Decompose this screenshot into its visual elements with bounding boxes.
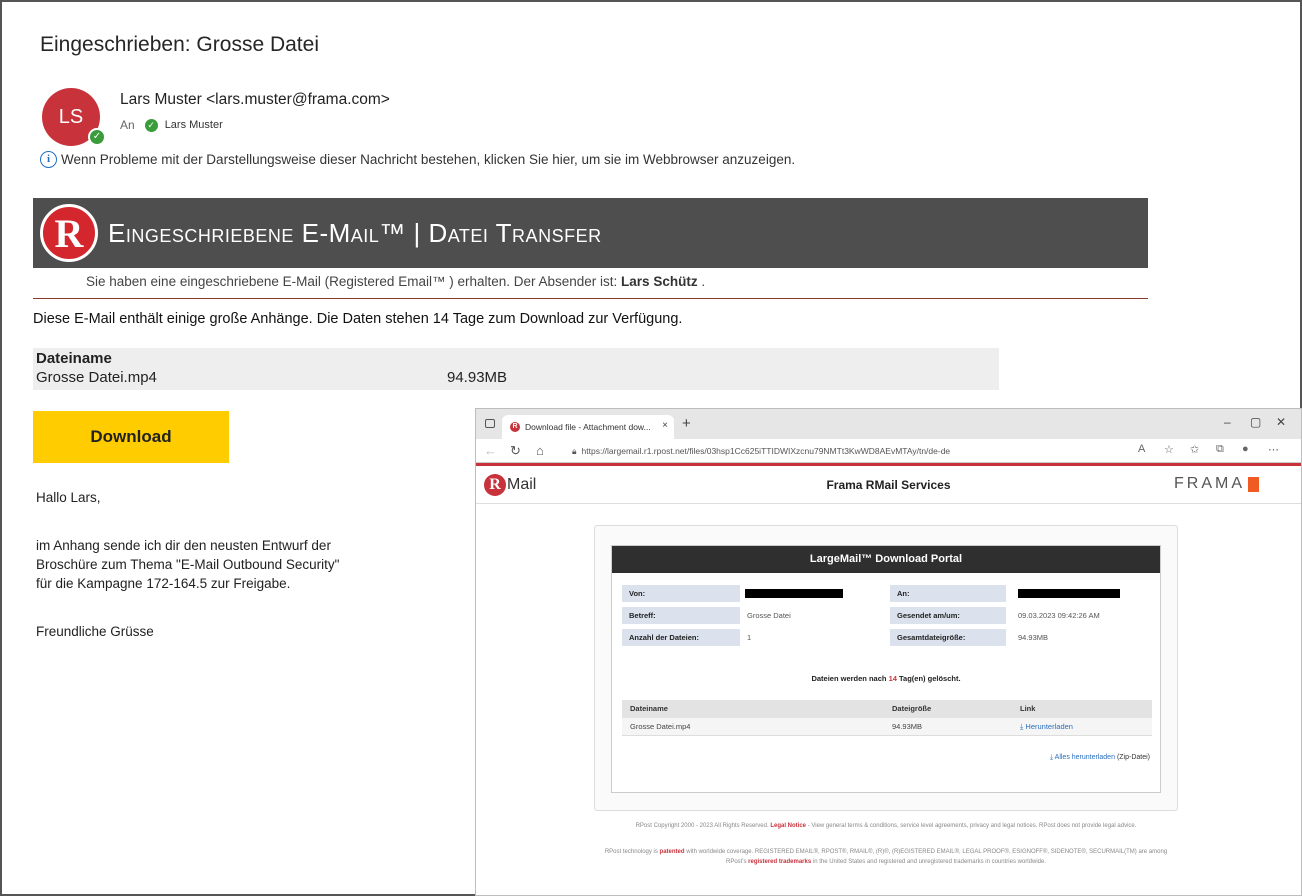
download-all-link[interactable]: ⤓ Alles herunterladen (Zip-Datei) [1050, 754, 1150, 762]
deletion-days: 14 [888, 674, 897, 683]
registered-email-notice: Sie haben eine eingeschriebene E-Mail (R… [86, 274, 705, 289]
closing: Freundliche Grüsse [36, 624, 154, 639]
recipient-row: An ✓ Lars Muster [120, 118, 223, 132]
infobar-text[interactable]: Wenn Probleme mit der Darstellungsweise … [61, 152, 795, 167]
row-filename: Grosse Datei.mp4 [630, 722, 691, 731]
legal-notice-link[interactable]: Legal Notice [770, 823, 806, 829]
row-filesize: 94.93MB [892, 722, 923, 731]
minimize-icon[interactable]: – [1224, 415, 1231, 429]
presence-available-icon: ✓ [88, 128, 106, 146]
close-tab-icon[interactable]: × [662, 420, 668, 431]
download-all-icon: ⤓ [1049, 754, 1054, 761]
to-label: An [120, 118, 135, 132]
site-header: R Mail Frama RMail Services FRAMA [476, 466, 1301, 504]
copyright-text: RPost Copyright 2000 - 2023 All Rights R… [635, 823, 769, 829]
browser-tab[interactable]: R Download file - Attachment dow... × [502, 415, 674, 439]
deletion-text-end: Tag(en) gelöscht. [899, 674, 961, 683]
frama-logo-mark-icon [1248, 476, 1259, 492]
notice-sender: Lars Schütz [621, 274, 698, 289]
trademarks-link[interactable]: registered trademarks [748, 859, 811, 865]
files-table: Dateiname Grosse Datei.mp4 94.93MB [33, 348, 999, 390]
col-link: Link [1020, 704, 1036, 713]
refresh-icon[interactable]: ↻ [510, 443, 521, 459]
from-label: Von: [622, 585, 740, 602]
collections-icon[interactable]: ⧉ [1216, 443, 1224, 456]
attachment-intro: Diese E-Mail enthält einige große Anhäng… [33, 311, 683, 327]
trademark-text: RPost technology is [604, 849, 658, 855]
file-table-header: Dateiname Dateigröße Link [622, 700, 1152, 718]
registered-email-banner: R Eingeschriebene E-Mail™ | Datei Transf… [33, 198, 1148, 268]
download-all-label[interactable]: Alles herunterladen [1055, 754, 1115, 761]
subject-value: Grosse Datei [747, 611, 791, 620]
read-aloud-icon[interactable]: A [1138, 443, 1145, 455]
col-filename: Dateiname [630, 704, 668, 713]
deletion-notice: Dateien werden nach 14 Tag(en) gelöscht. [612, 674, 1160, 683]
redacted-recipient [1018, 589, 1120, 598]
rpost-favicon-icon: R [510, 422, 520, 432]
favorites-bar-icon[interactable]: ✩ [1190, 443, 1199, 456]
body-line: für die Kampagne 172-164.5 zur Freigabe. [36, 576, 291, 591]
frama-logo[interactable]: FRAMA [1174, 475, 1259, 493]
zip-note: (Zip-Datei) [1116, 754, 1150, 761]
window-close-icon[interactable]: ✕ [1276, 415, 1286, 429]
download-arrow-icon: ⤓ [1020, 722, 1024, 731]
notice-text: Sie haben eine eingeschriebene E-Mail (R… [86, 274, 618, 289]
maximize-icon[interactable]: ▢ [1250, 415, 1261, 429]
favorite-icon[interactable]: ☆ [1164, 443, 1174, 456]
divider [33, 298, 1148, 299]
trademark-text-end: in the United States and registered and … [812, 859, 1046, 865]
lock-icon[interactable]: 🔒︎ [572, 446, 577, 457]
more-icon[interactable]: ⋯ [1268, 443, 1279, 456]
trademark-footer: RPost technology is patented with worldw… [594, 847, 1178, 867]
file-name: Grosse Datei.mp4 [36, 369, 157, 386]
download-portal: LargeMail™ Download Portal Von: An: Betr… [611, 545, 1161, 793]
presence-check-icon: ✓ [144, 118, 158, 132]
patented-link[interactable]: patented [660, 849, 685, 855]
sent-value: 09.03.2023 09:42:26 AM [1018, 611, 1100, 620]
download-button[interactable]: Download [33, 411, 229, 463]
banner-title: Eingeschriebene E-Mail™ | Datei Transfer [108, 217, 602, 248]
url-text[interactable]: https://largemail.r1.rpost.net/files/03h… [582, 446, 951, 456]
subject-label: Betreff: [622, 607, 740, 624]
profile-icon[interactable]: ● [1242, 443, 1249, 455]
download-link-label[interactable]: Herunterladen [1025, 722, 1073, 731]
email-window: Eingeschrieben: Grosse Datei LS ✓ Lars M… [0, 0, 1302, 896]
browser-window: R Download file - Attachment dow... × + … [475, 408, 1302, 896]
file-size: 94.93MB [447, 369, 508, 386]
tab-bar: R Download file - Attachment dow... × + … [476, 409, 1301, 439]
files-header: Dateiname [36, 350, 112, 367]
portal-title: LargeMail™ Download Portal [612, 546, 1160, 573]
download-link[interactable]: ⤓ Herunterladen [1020, 718, 1073, 736]
total-size-value: 94.93MB [1018, 633, 1049, 642]
email-subject: Eingeschrieben: Grosse Datei [40, 33, 319, 56]
tab-actions-icon[interactable] [485, 419, 495, 428]
file-count-value: 1 [747, 633, 752, 642]
body-line: im Anhang sende ich dir den neusten Entw… [36, 538, 331, 553]
total-size-label: Gesamtdateigröße: [890, 629, 1006, 646]
col-filesize: Dateigröße [892, 704, 932, 713]
back-icon[interactable]: ← [484, 443, 497, 458]
deletion-text: Dateien werden nach [811, 674, 887, 683]
greeting: Hallo Lars, [36, 490, 101, 505]
sender-address[interactable]: Lars Muster <lars.muster@frama.com> [120, 91, 390, 109]
file-count-label: Anzahl der Dateien: [622, 629, 740, 646]
home-icon[interactable]: ⌂ [536, 443, 544, 458]
recipient-name[interactable]: Lars Muster [165, 119, 223, 131]
copyright-footer: RPost Copyright 2000 - 2023 All Rights R… [594, 821, 1178, 831]
to-label: An: [890, 585, 1006, 602]
frama-logo-text: FRAMA [1174, 475, 1245, 492]
address-bar[interactable]: 🔒︎ https://largemail.r1.rpost.net/files/… [572, 442, 1192, 460]
copyright-text-end: - View general terms & conditions, servi… [807, 823, 1137, 829]
notice-end: . [701, 274, 706, 289]
info-icon: i [40, 151, 57, 168]
sent-label: Gesendet am/um: [890, 607, 1006, 624]
redacted-sender [745, 589, 843, 598]
body-line: Broschüre zum Thema "E-Mail Outbound Sec… [36, 557, 340, 572]
display-issue-infobar[interactable]: i Wenn Probleme mit der Darstellungsweis… [40, 151, 795, 168]
new-tab-icon[interactable]: + [682, 415, 691, 432]
table-row: Grosse Datei.mp4 94.93MB ⤓ Herunterladen [622, 718, 1152, 736]
address-bar-row: ← ↻ ⌂ 🔒︎ https://largemail.r1.rpost.net/… [476, 439, 1301, 463]
tab-title: Download file - Attachment dow... [525, 422, 651, 432]
rpost-r-logo-icon: R [40, 204, 98, 262]
